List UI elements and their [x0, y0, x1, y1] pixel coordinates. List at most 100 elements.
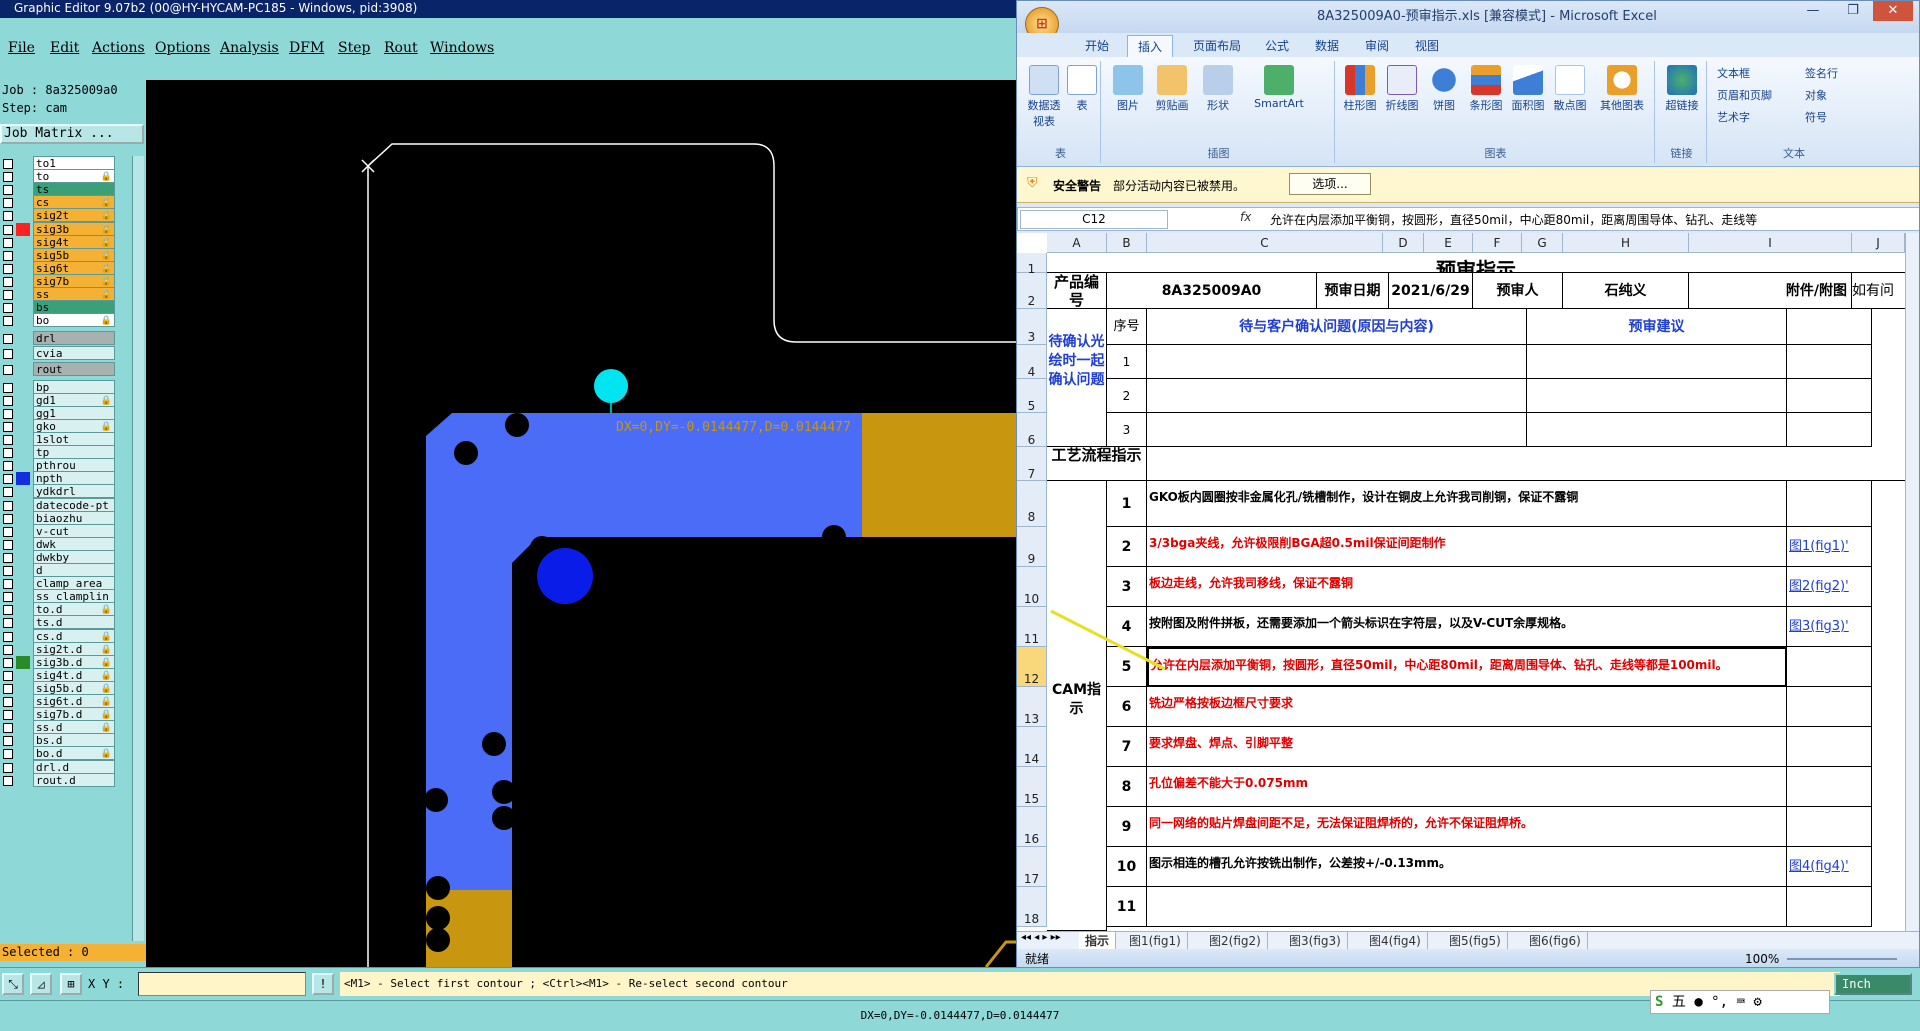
row-header[interactable]: 2 [1017, 273, 1047, 309]
item-text[interactable]: 图示相连的槽孔允许按铣出制作，公差按+/-0.13mm。 [1147, 847, 1787, 887]
other-charts-button[interactable]: 其他图表 [1597, 65, 1647, 113]
layer-checkbox[interactable] [3, 250, 13, 261]
layer-row[interactable]: drl [0, 331, 118, 346]
layer-name[interactable]: sig7b 🔒 [33, 273, 115, 288]
item-text[interactable]: 同一网络的贴片焊盘间距不足，无法保证阻焊桥的，允许不保证阻焊桥。 [1147, 807, 1787, 847]
row-header[interactable]: 14 [1017, 727, 1047, 767]
sheet-tab[interactable]: 指示 [1079, 932, 1117, 950]
minimize-icon[interactable]: — [1793, 1, 1833, 21]
layer-checkbox[interactable] [3, 579, 13, 590]
row-header[interactable]: 9 [1017, 527, 1047, 567]
column-header[interactable]: G [1522, 233, 1563, 253]
layer-checkbox[interactable] [3, 316, 13, 327]
column-header[interactable]: J [1852, 233, 1905, 253]
layer-checkbox[interactable] [3, 237, 13, 248]
layer-name[interactable]: drl.d [33, 759, 115, 774]
item-text[interactable]: 板边走线，允许我司移线，保证不露铜 [1147, 567, 1787, 607]
pending-seq[interactable]: 1 [1107, 345, 1147, 379]
menu-options[interactable]: Options [155, 40, 210, 56]
sheet-title[interactable]: 预审指示 [1047, 253, 1905, 273]
pending-header[interactable]: 待与客户确认问题(原因与内容) [1147, 309, 1527, 345]
layer-name[interactable]: gko 🔒 [33, 418, 115, 433]
sheet-tab[interactable]: 图5(fig5) [1443, 932, 1508, 950]
layer-checkbox[interactable] [3, 224, 13, 235]
item-no[interactable]: 8 [1107, 767, 1147, 807]
pending-suggest-cell[interactable] [1527, 345, 1787, 379]
layer-checkbox[interactable] [3, 364, 13, 375]
ime-mode[interactable]: 五 [1672, 994, 1686, 1010]
row-header[interactable]: 17 [1017, 847, 1047, 887]
process-cell[interactable] [1147, 447, 1905, 481]
layer-checkbox[interactable] [3, 408, 13, 419]
row-header[interactable]: 3 [1017, 309, 1047, 345]
tab-review[interactable]: 审阅 [1355, 35, 1399, 57]
reviewer-label[interactable]: 预审人 [1473, 273, 1563, 309]
process-label[interactable]: 工艺流程指示 [1047, 447, 1147, 481]
layer-checkbox[interactable] [3, 290, 13, 300]
product-no[interactable]: 8A325009A0 [1107, 273, 1317, 309]
row-header[interactable]: 6 [1017, 413, 1047, 447]
job-matrix-button[interactable]: Job Matrix ... [0, 124, 144, 144]
row-header[interactable]: 13 [1017, 687, 1047, 727]
fx-icon[interactable]: fx [1240, 210, 1251, 224]
layer-name[interactable]: 1slot [33, 432, 115, 446]
pending-question-cell[interactable] [1147, 345, 1527, 379]
formula-input[interactable]: 允许在内层添加平衡铜，按圆形，直径50mil，中心距80mil，距离周围导体、钻… [1270, 211, 1757, 228]
layer-checkbox[interactable] [3, 775, 13, 786]
layer-checkbox[interactable] [3, 539, 13, 550]
attachment-label[interactable]: 附件/附图 [1689, 273, 1852, 309]
worksheet-grid[interactable]: ABCDEFGHIJK123456789101112131415161718预审… [1017, 233, 1905, 931]
layer-name[interactable]: bs [33, 300, 115, 315]
item-fig-link[interactable] [1787, 767, 1872, 807]
column-header[interactable]: B [1107, 233, 1147, 253]
layer-checkbox[interactable] [3, 500, 13, 511]
symbol-button[interactable]: 符号 [1805, 109, 1827, 125]
layer-checkbox[interactable] [3, 487, 13, 498]
item-fig-link[interactable] [1787, 687, 1872, 727]
item-text[interactable]: 铣边严格按板边框尺寸要求 [1147, 687, 1787, 727]
sheet-tab[interactable]: 图3(fig3) [1283, 932, 1348, 950]
pivot-table-button[interactable]: 数据透视表 [1025, 65, 1063, 129]
layer-name[interactable]: sig3b 🔒 [33, 221, 115, 236]
layer-checkbox[interactable] [3, 435, 13, 445]
column-header[interactable]: D [1383, 233, 1424, 253]
layer-name[interactable]: npth [33, 471, 115, 486]
layer-name[interactable]: pthrou [33, 458, 115, 473]
layer-name[interactable]: sig3b.d 🔒 [33, 654, 115, 669]
layer-name[interactable]: bo.d 🔒 [33, 746, 115, 761]
layer-name[interactable]: biaozhu [33, 510, 115, 525]
column-chart-button[interactable]: 柱形图 [1341, 65, 1379, 113]
pie-chart-button[interactable]: 饼图 [1425, 65, 1463, 113]
column-header[interactable]: A [1047, 233, 1107, 253]
row-header[interactable]: 18 [1017, 887, 1047, 927]
layer-name[interactable]: datecode-pt [33, 497, 115, 512]
item-fig-link[interactable] [1787, 807, 1872, 847]
layer-name[interactable]: sig4t 🔒 [33, 234, 115, 249]
layer-name[interactable]: sig2t.d 🔒 [33, 641, 115, 656]
layer-name[interactable]: ts.d [33, 615, 115, 630]
layer-checkbox[interactable] [3, 159, 13, 169]
units-button[interactable]: Inch [1834, 973, 1912, 995]
layer-checkbox[interactable] [3, 697, 13, 707]
item-no[interactable]: 10 [1107, 847, 1147, 887]
layer-name[interactable]: ss 🔒 [33, 287, 115, 301]
layer-name[interactable]: sig7b.d 🔒 [33, 707, 115, 722]
item-fig-link[interactable]: 图2(fig2)' [1787, 567, 1872, 607]
layer-checkbox[interactable] [3, 172, 13, 183]
menu-rout[interactable]: Rout [384, 40, 418, 56]
item-text[interactable]: 3/3bga夹线，允许极限削BGA超0.5mil保证间距制作 [1147, 527, 1787, 567]
row-header[interactable]: 15 [1017, 767, 1047, 807]
column-header[interactable]: F [1473, 233, 1522, 253]
layer-name[interactable]: bo 🔒 [33, 313, 115, 328]
hyperlink-button[interactable]: 超链接 [1663, 65, 1701, 113]
menu-edit[interactable]: Edit [50, 40, 79, 56]
layer-checkbox[interactable] [3, 592, 13, 603]
item-fig-link[interactable]: 图1(fig1)' [1787, 527, 1872, 567]
object-button[interactable]: 对象 [1805, 87, 1827, 103]
tab-data[interactable]: 数据 [1305, 35, 1349, 57]
layer-name[interactable]: to.d 🔒 [33, 602, 115, 617]
layer-checkbox[interactable] [3, 762, 13, 773]
layer-checkbox[interactable] [3, 644, 13, 655]
row-header[interactable]: 12 [1017, 647, 1047, 687]
column-header[interactable]: E [1424, 233, 1473, 253]
